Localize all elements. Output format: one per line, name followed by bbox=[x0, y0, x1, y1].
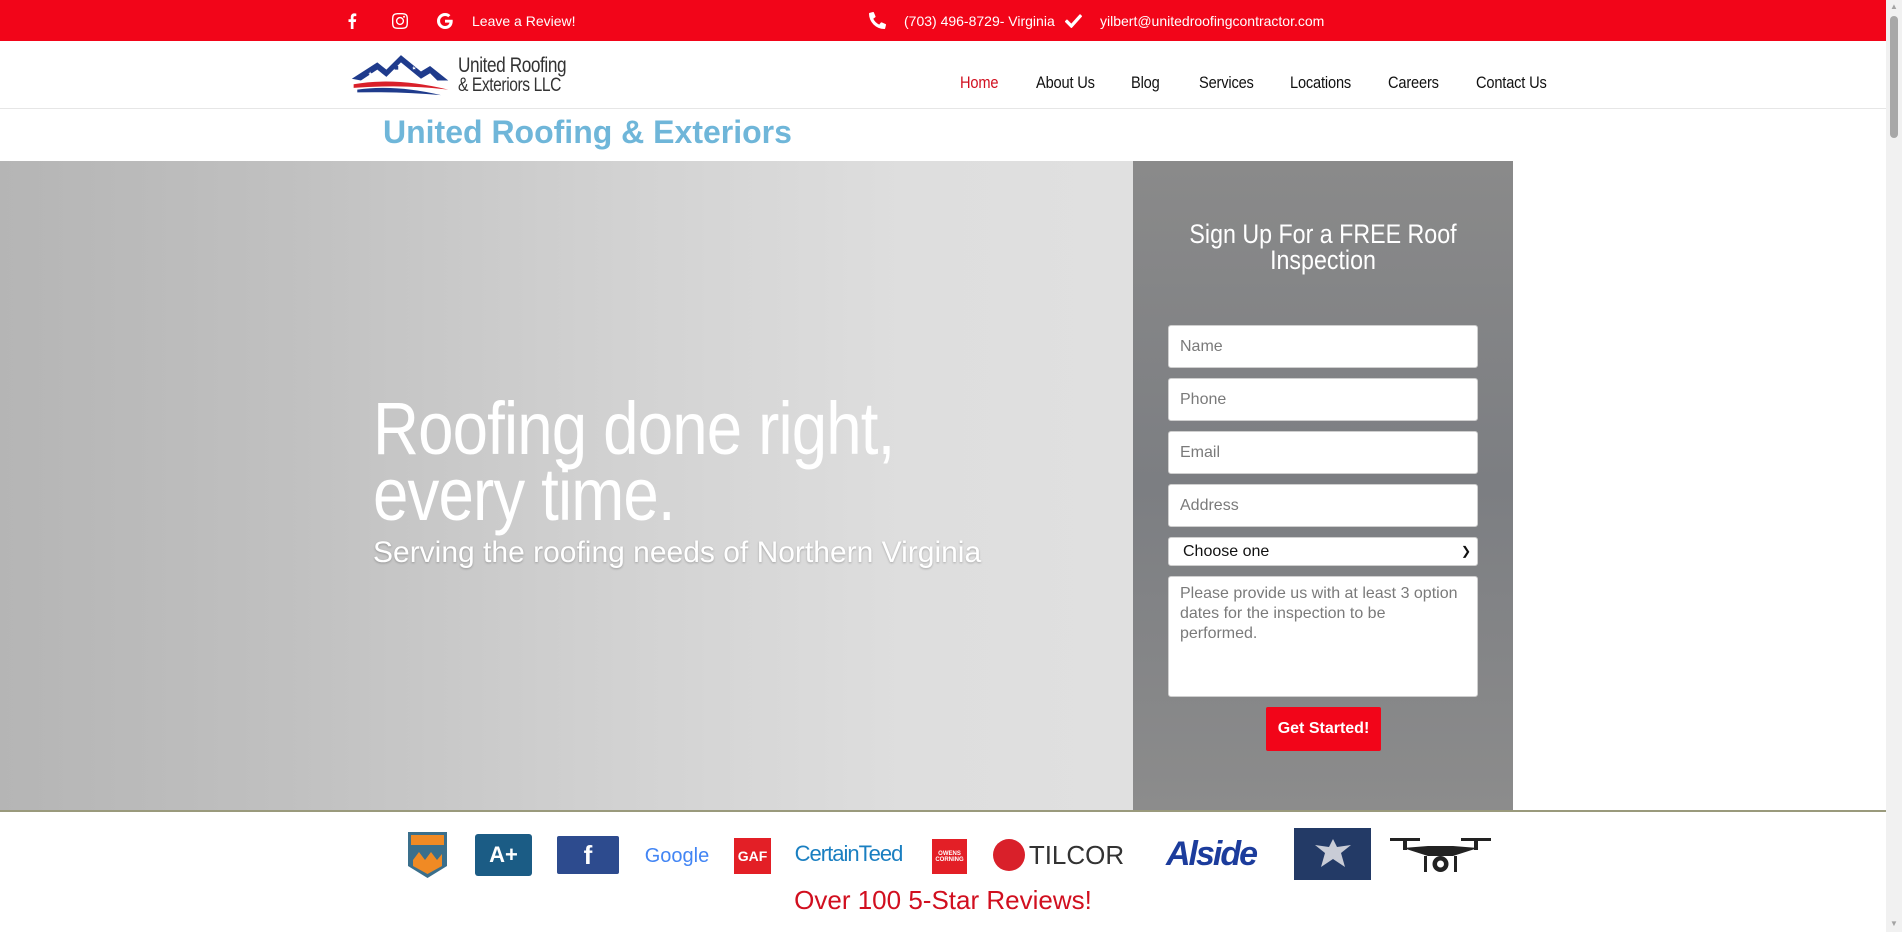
owens-corning-label: OWENS CORNING bbox=[935, 850, 964, 863]
google-icon[interactable] bbox=[437, 0, 453, 41]
certainteed-badge: CertainTeed bbox=[790, 836, 907, 872]
logo-wordmark: United Roofing & Exteriors LLC bbox=[458, 54, 590, 96]
tilcor-mark-icon bbox=[992, 839, 1025, 871]
phone-input[interactable]: Phone bbox=[1168, 378, 1478, 421]
certainteed-label: CertainTeed bbox=[794, 841, 904, 866]
tilcor-label: TILCOR bbox=[1028, 839, 1125, 870]
bbb-rating: A+ bbox=[489, 842, 518, 867]
page-scrollbar[interactable]: ▲ ▼ bbox=[1886, 0, 1902, 932]
logo-line-2: & Exteriors LLC bbox=[458, 75, 562, 96]
email-address: yilbert@unitedroofingcontractor.com bbox=[1100, 12, 1325, 29]
name-input[interactable]: Name bbox=[1168, 325, 1478, 368]
service-select-value: Choose one bbox=[1183, 543, 1270, 560]
instagram-icon[interactable] bbox=[392, 0, 408, 41]
scrollbar-thumb[interactable] bbox=[1890, 16, 1898, 138]
google-reviews-badge: Google bbox=[642, 836, 712, 876]
trust-badges: A+ f Google GAF CertainTeed OWENS CORNIN… bbox=[0, 812, 1886, 880]
napa-badge bbox=[1294, 828, 1371, 880]
roof-logo-icon bbox=[351, 55, 449, 96]
form-title: Sign Up For a FREE Roof Inspection bbox=[1189, 219, 1457, 275]
bbb-badge: A+ bbox=[475, 834, 532, 876]
email-input[interactable]: Email bbox=[1168, 431, 1478, 474]
facebook-reviews-badge: f bbox=[557, 836, 619, 874]
facebook-icon[interactable] bbox=[347, 0, 357, 41]
reviews-heading: Over 100 5-Star Reviews! bbox=[794, 885, 1092, 915]
site-header: United Roofing & Exteriors LLC Home Abou… bbox=[0, 41, 1886, 109]
leave-review-label: Leave a Review! bbox=[472, 12, 576, 29]
tilcor-badge: TILCOR bbox=[992, 837, 1125, 873]
get-started-button[interactable]: Get Started! bbox=[1266, 707, 1381, 751]
hero-subtitle: Serving the roofing needs of Northern Vi… bbox=[373, 536, 982, 569]
facebook-badge-icon: f bbox=[583, 839, 593, 870]
top-bar: Leave a Review! (703) 496-8729- Virginia… bbox=[0, 0, 1886, 41]
nav-locations[interactable]: Locations bbox=[1290, 73, 1351, 93]
email-link[interactable]: yilbert@unitedroofingcontractor.com bbox=[1100, 0, 1324, 41]
address-input[interactable]: Address bbox=[1168, 484, 1478, 527]
phone-number: (703) 496-8729- Virginia bbox=[904, 12, 1055, 29]
owens-corning-badge: OWENS CORNING bbox=[932, 839, 967, 874]
eagle-icon bbox=[1314, 839, 1351, 867]
nav-careers[interactable]: Careers bbox=[1388, 73, 1439, 93]
chevron-down-icon: ❯ bbox=[1460, 544, 1471, 558]
nav-home[interactable]: Home bbox=[960, 73, 998, 93]
service-select[interactable]: Choose one ❯ bbox=[1168, 537, 1478, 566]
nav-about-us[interactable]: About Us bbox=[1036, 73, 1095, 93]
phone-link[interactable]: (703) 496-8729- Virginia bbox=[904, 0, 1055, 41]
scroll-down-arrow-icon[interactable]: ▼ bbox=[1890, 920, 1898, 928]
inspection-form: Sign Up For a FREE Roof Inspection Name … bbox=[1133, 161, 1513, 811]
hero-title: Roofing done right, every time. bbox=[373, 387, 895, 536]
alside-badge: Alside bbox=[1145, 834, 1277, 874]
phone-icon bbox=[869, 0, 886, 41]
drone-icon bbox=[1388, 830, 1493, 876]
google-badge-label: Google bbox=[644, 844, 710, 867]
company-logo[interactable]: United Roofing & Exteriors LLC bbox=[350, 49, 590, 103]
check-icon bbox=[1065, 0, 1082, 41]
nav-blog[interactable]: Blog bbox=[1131, 73, 1160, 93]
homeadvisor-badge bbox=[405, 830, 450, 880]
gaf-label: GAF bbox=[737, 848, 768, 864]
alside-label: Alside bbox=[1165, 834, 1258, 873]
nav-contact-us[interactable]: Contact Us bbox=[1476, 73, 1547, 93]
gaf-badge: GAF bbox=[734, 838, 771, 874]
logo-line-1: United Roofing bbox=[458, 54, 567, 77]
site-title: United Roofing & Exteriors bbox=[383, 114, 792, 150]
dates-textarea[interactable]: Please provide us with at least 3 option… bbox=[1168, 576, 1478, 697]
nav-services[interactable]: Services bbox=[1199, 73, 1254, 93]
leave-review-link[interactable]: Leave a Review! bbox=[472, 0, 576, 41]
scroll-up-arrow-icon[interactable]: ▲ bbox=[1890, 3, 1898, 11]
